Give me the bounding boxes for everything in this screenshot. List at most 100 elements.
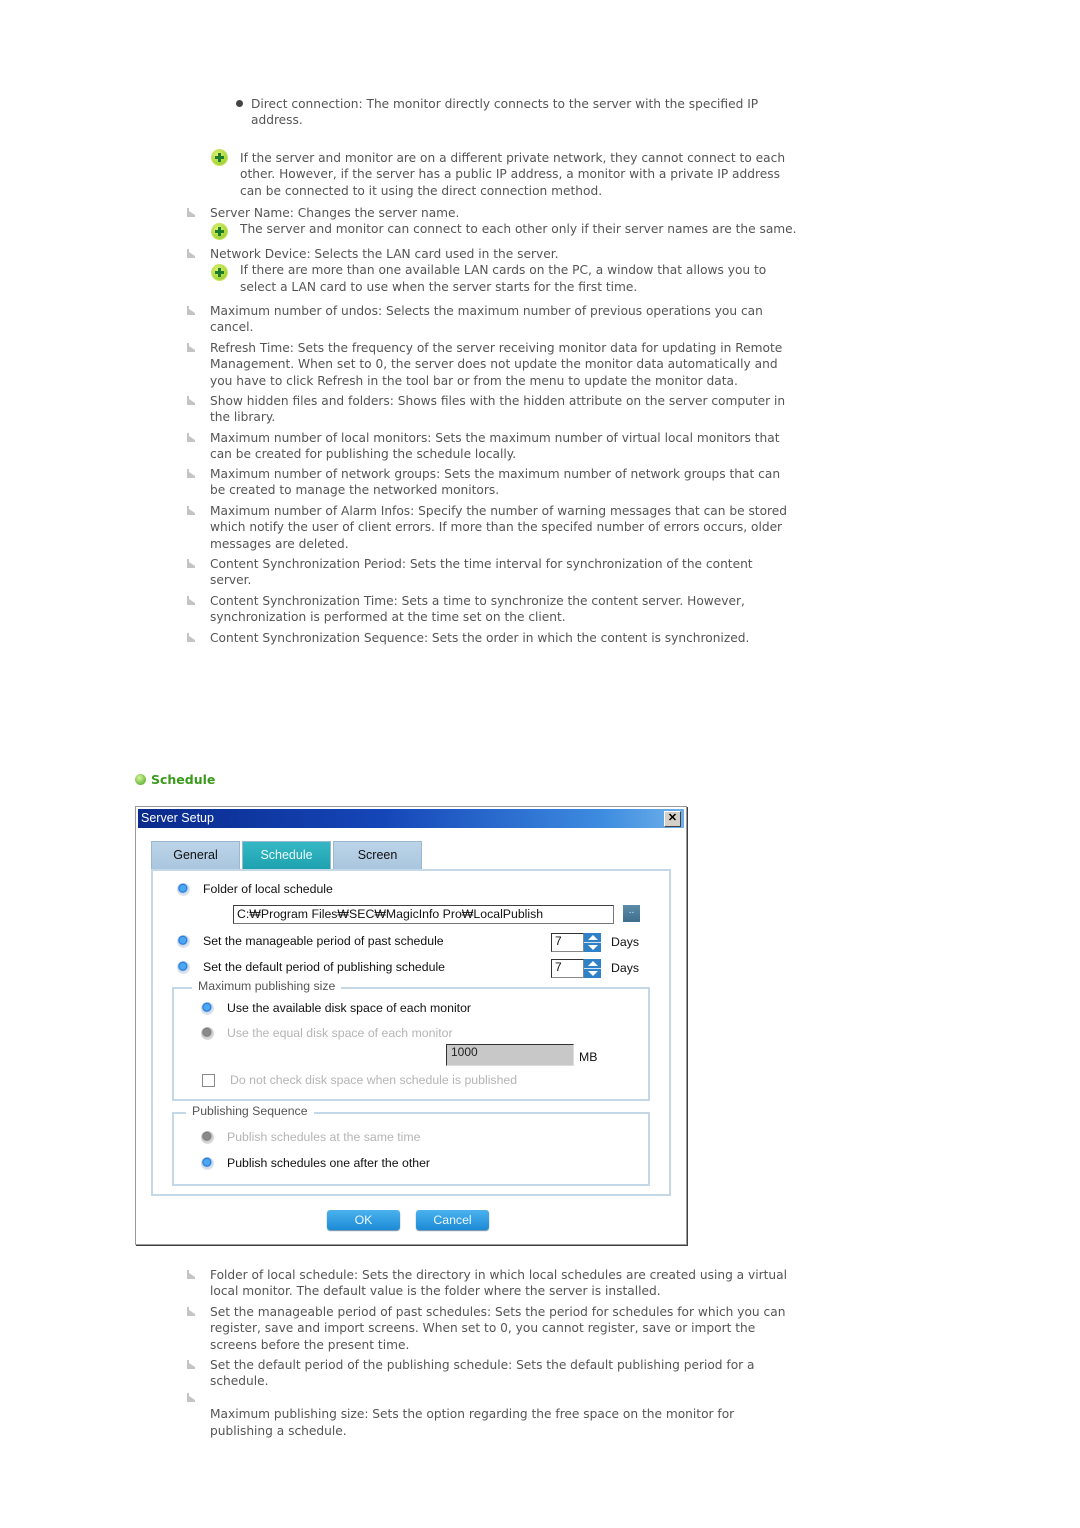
- text-line: local monitor. The default value is the …: [210, 1284, 661, 1299]
- text-line: Maximum number of Alarm Infos: Specify t…: [210, 504, 788, 518]
- same-time-label: Publish schedules at the same time: [227, 1130, 421, 1144]
- list-item-text: Maximum number of local monitors: Sets t…: [210, 430, 780, 463]
- list-bullet-icon: [186, 559, 195, 568]
- text-line: Maximum number of undos: Selects the max…: [210, 304, 763, 318]
- mb-unit: MB: [579, 1050, 598, 1064]
- note-text: If the server and monitor are on a diffe…: [240, 150, 785, 199]
- list-bullet-icon: [186, 343, 195, 352]
- same-time-radio[interactable]: [201, 1130, 214, 1144]
- group-label: Publishing Sequence: [186, 1104, 314, 1118]
- list-item-text: Maximum publishing size: Sets the option…: [210, 1390, 734, 1439]
- list-item-text: Content Synchronization Period: Sets the…: [210, 556, 753, 589]
- text-line: Server Name: Changes the server name.: [210, 206, 460, 220]
- list-bullet-icon: [186, 1270, 195, 1279]
- green-plus-icon: [212, 150, 227, 165]
- arrow-up-icon[interactable]: [588, 961, 598, 966]
- text-line: Refresh Time: Sets the frequency of the …: [210, 341, 783, 355]
- text-line: messages are deleted.: [210, 536, 349, 551]
- list-bullet-icon: [186, 1360, 195, 1369]
- text-line: Maximum publishing size: Sets the option…: [210, 1407, 735, 1422]
- text-line: Folder of local schedule: Sets the direc…: [210, 1268, 787, 1282]
- text-line: Show hidden files and folders: Shows fil…: [210, 394, 786, 408]
- default-period-label: Set the default period of publishing sch…: [203, 960, 446, 974]
- bullet-dot-icon: [236, 100, 243, 107]
- default-period-input[interactable]: 7: [551, 959, 584, 978]
- option-equal-row: Use the equal disk space of each monitor: [201, 1026, 453, 1040]
- arrow-down-icon[interactable]: [588, 971, 598, 976]
- list-bullet-icon: [186, 396, 195, 405]
- past-period-input[interactable]: 7: [551, 933, 584, 952]
- text-line: cancel.: [210, 320, 254, 335]
- no-check-label: Do not check disk space when schedule is…: [230, 1073, 518, 1087]
- text-line: The server and monitor can connect to ea…: [240, 222, 797, 237]
- default-period-row: Set the default period of publishing sch…: [177, 960, 445, 974]
- list-bullet-icon: [186, 433, 195, 442]
- green-plus-icon: [212, 224, 227, 240]
- text-line: which notify the user of client errors. …: [210, 520, 783, 535]
- text-line: Set the default period of the publishing…: [210, 1358, 755, 1372]
- close-button[interactable]: ✕: [664, 811, 681, 827]
- one-after-label: Publish schedules one after the other: [227, 1156, 431, 1170]
- text-line: Direct connection: The monitor directly …: [251, 97, 759, 111]
- text-line: Management. When set to 0, the server do…: [210, 357, 778, 372]
- group-label: Maximum publishing size: [192, 979, 342, 993]
- list-item-text: Server Name: Changes the server name.: [210, 205, 459, 221]
- note-text: The server and monitor can connect to ea…: [240, 221, 797, 237]
- dialog-titlebar[interactable]: Server Setup ✕: [138, 809, 684, 828]
- default-period-spinner[interactable]: [584, 959, 601, 978]
- text-line: can be created for publishing the schedu…: [210, 447, 517, 462]
- list-bullet-icon: [186, 469, 195, 478]
- arrow-down-icon[interactable]: [588, 945, 598, 950]
- cancel-button[interactable]: Cancel: [416, 1210, 489, 1230]
- list-item-text: Content Synchronization Sequence: Sets t…: [210, 630, 749, 646]
- past-period-spinner[interactable]: [584, 933, 601, 952]
- text-line: other. However, if the server has a publ…: [240, 167, 780, 182]
- text-line: Content Synchronization Period: Sets the…: [210, 557, 753, 571]
- list-bullet-icon: [186, 596, 195, 605]
- option-available-row: Use the available disk space of each mon…: [201, 1001, 471, 1015]
- text-line: publishing a schedule.: [210, 1423, 347, 1438]
- text-line: Maximum number of local monitors: Sets t…: [210, 431, 780, 445]
- text-line: select a LAN card to use when the server…: [240, 279, 638, 294]
- arrow-up-icon[interactable]: [588, 935, 598, 940]
- days-unit: Days: [611, 935, 640, 949]
- size-input[interactable]: 1000: [446, 1044, 574, 1066]
- past-period-radio[interactable]: [177, 934, 190, 948]
- available-space-radio[interactable]: [201, 1001, 214, 1015]
- past-period-label: Set the manageable period of past schedu…: [203, 934, 444, 948]
- tab-general[interactable]: General: [151, 841, 240, 869]
- past-period-row: Set the manageable period of past schedu…: [177, 934, 444, 948]
- browse-button[interactable]: ..: [623, 905, 640, 922]
- tab-schedule[interactable]: Schedule: [242, 841, 331, 869]
- text-line: If there are more than one available LAN…: [240, 263, 767, 278]
- ok-button[interactable]: OK: [327, 1210, 400, 1230]
- dialog-title: Server Setup: [141, 811, 214, 825]
- list-item-text: Folder of local schedule: Sets the direc…: [210, 1267, 787, 1300]
- list-item-text: Maximum number of undos: Selects the max…: [210, 303, 763, 336]
- folder-path-input[interactable]: C:₩Program Files₩SEC₩MagicInfo Pro₩Local…: [233, 905, 614, 924]
- text-line: schedule.: [210, 1374, 269, 1389]
- tab-screen[interactable]: Screen: [333, 841, 422, 869]
- equal-space-radio[interactable]: [201, 1026, 214, 1040]
- folder-label: Folder of local schedule: [203, 882, 333, 896]
- one-after-radio[interactable]: [201, 1156, 214, 1170]
- equal-space-label: Use the equal disk space of each monitor: [227, 1026, 453, 1040]
- no-check-checkbox[interactable]: [202, 1073, 215, 1087]
- max-publishing-size-group: Maximum publishing size Use the availabl…: [172, 979, 650, 1101]
- no-check-row: Do not check disk space when schedule is…: [202, 1073, 517, 1087]
- default-period-radio[interactable]: [177, 960, 190, 974]
- text-line: Content Synchronization Sequence: Sets t…: [210, 631, 750, 645]
- schedule-panel: Folder of local schedule C:₩Program File…: [151, 869, 671, 1196]
- note-text: If there are more than one available LAN…: [240, 262, 766, 295]
- text-line: synchronization is performed at the time…: [210, 610, 566, 625]
- list-item-text: Content Synchronization Time: Sets a tim…: [210, 593, 745, 626]
- text-line: be created to manage the networked monit…: [210, 483, 500, 498]
- same-time-row: Publish schedules at the same time: [201, 1130, 420, 1144]
- list-bullet-icon: [186, 249, 195, 258]
- folder-radio[interactable]: [177, 882, 190, 896]
- text-line: Set the manageable period of past schedu…: [210, 1305, 786, 1319]
- list-bullet-icon: [186, 208, 195, 217]
- list-bullet-icon: [186, 306, 195, 315]
- publishing-sequence-group: Publishing Sequence Publish schedules at…: [172, 1104, 650, 1186]
- green-plus-icon: [212, 265, 227, 281]
